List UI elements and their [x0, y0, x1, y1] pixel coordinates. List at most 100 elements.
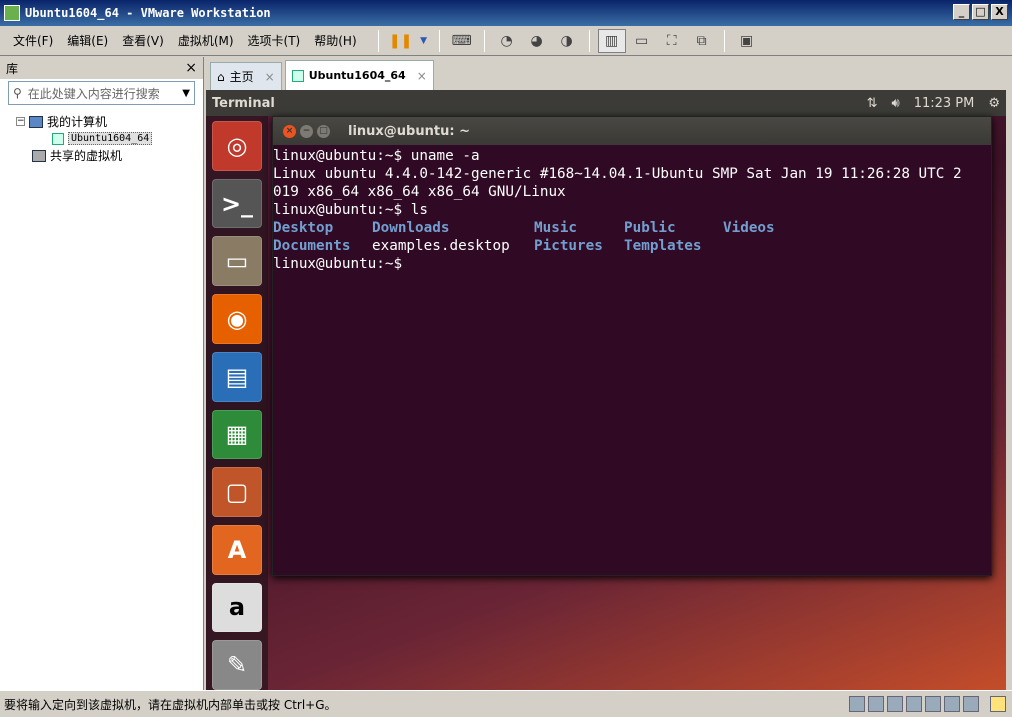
thumbnail-view-icon[interactable]: ▭ — [628, 29, 656, 53]
library-tree: − 我的计算机 Ubuntu1604_64 共享的虚拟机 — [0, 107, 203, 164]
network-icon[interactable]: ⇅ — [867, 96, 878, 111]
terminal-line: 019 x86_64 x86_64 x86_64 GNU/Linux — [273, 184, 566, 200]
revert-snapshot-icon[interactable]: ◕ — [523, 29, 551, 53]
collapse-icon[interactable]: − — [16, 117, 25, 126]
dir-entry: Downloads — [372, 220, 450, 236]
computer-icon — [29, 115, 43, 128]
file-entry: examples.desktop — [372, 238, 510, 254]
console-view-icon[interactable]: ▣ — [733, 29, 761, 53]
terminal-window[interactable]: × − □ linux@ubuntu: ~ linux@ubuntu:~$ un… — [272, 116, 992, 576]
tab-vm[interactable]: Ubuntu1604_64 × — [284, 60, 434, 90]
vm-icon — [291, 69, 304, 82]
close-button[interactable]: X — [991, 4, 1008, 20]
terminal-icon[interactable]: >_ — [212, 178, 262, 229]
amazon-icon[interactable]: a — [212, 582, 262, 633]
maximize-button[interactable]: □ — [972, 4, 989, 20]
network-adapter-icon[interactable] — [887, 696, 903, 712]
ls-row: Documents examples.desktop Pictures Templat… — [273, 237, 991, 255]
minimize-icon[interactable]: − — [300, 124, 313, 138]
cdrom-icon[interactable] — [868, 696, 884, 712]
vmware-icon — [4, 5, 20, 21]
dir-entry: Pictures — [534, 238, 603, 254]
tab-label: Ubuntu1604_64 — [308, 69, 406, 82]
dir-entry: Documents — [273, 238, 351, 254]
shared-vm-icon — [32, 149, 46, 162]
menu-view[interactable]: 查看(V) — [115, 30, 171, 52]
snapshot-manager-icon[interactable]: ◑ — [553, 29, 581, 53]
dir-entry: Videos — [723, 220, 775, 236]
close-tab-icon[interactable]: × — [265, 70, 275, 84]
clock[interactable]: 11:23 PM — [914, 96, 975, 111]
minimize-button[interactable]: _ — [953, 4, 970, 20]
unity-top-panel: Terminal ⇅ 🔊︎ 11:23 PM ⚙ — [206, 90, 1006, 116]
vm-icon — [52, 132, 64, 145]
unity-icon[interactable]: ⧉ — [688, 29, 716, 53]
library-close-icon[interactable]: × — [185, 60, 197, 76]
menu-file[interactable]: 文件(F) — [6, 30, 60, 52]
menu-edit[interactable]: 编辑(E) — [60, 30, 115, 52]
tree-my-computer[interactable]: − 我的计算机 — [16, 113, 203, 130]
close-tab-icon[interactable]: × — [417, 69, 427, 83]
printer-icon[interactable] — [925, 696, 941, 712]
terminal-titlebar: × − □ linux@ubuntu: ~ — [273, 117, 991, 145]
message-icon[interactable] — [990, 696, 1006, 712]
chevron-down-icon[interactable]: ▼ — [182, 88, 190, 99]
dir-entry: Music — [534, 220, 578, 236]
tab-home[interactable]: ⌂ 主页 × — [210, 62, 282, 90]
power-dropdown-icon[interactable]: ▼ — [417, 29, 431, 53]
usb-icon[interactable] — [906, 696, 922, 712]
snapshot-icon[interactable]: ◔ — [493, 29, 521, 53]
home-icon: ⌂ — [217, 69, 225, 84]
terminal-output[interactable]: linux@ubuntu:~$ uname -a Linux ubuntu 4.4… — [273, 145, 991, 273]
writer-icon[interactable]: ▤ — [212, 351, 262, 402]
menu-help[interactable]: 帮助(H) — [307, 30, 363, 52]
files-icon[interactable]: ▭ — [212, 236, 262, 287]
window-title: Ubuntu1604_64 - VMware Workstation — [25, 6, 271, 20]
toolbar: ❚❚ ▼ ⌨ ◔ ◕ ◑ ▥ ▭ ⛶ ⧉ ▣ — [372, 28, 761, 53]
pause-icon[interactable]: ❚❚ — [387, 29, 415, 53]
library-sidebar: 库 × ⚲ 在此处键入内容进行搜索 ▼ − 我的计算机 Ubuntu1604_6… — [0, 57, 204, 690]
search-icon: ⚲ — [13, 86, 22, 100]
tree-shared-vms[interactable]: 共享的虚拟机 — [16, 147, 203, 164]
ls-row: Desktop Downloads Music Public Videos — [273, 219, 991, 237]
status-text: 要将输入定向到该虚拟机，请在虚拟机内部单击或按 Ctrl+G。 — [4, 697, 337, 712]
send-keys-icon[interactable]: ⌨ — [448, 29, 476, 53]
terminal-prompt: linux@ubuntu:~$ — [273, 256, 403, 272]
tree-label: 共享的虚拟机 — [50, 149, 123, 163]
close-icon[interactable]: × — [283, 124, 296, 138]
title-bar: Ubuntu1604_64 - VMware Workstation _ □ X — [0, 0, 1012, 26]
display-icon[interactable] — [963, 696, 979, 712]
hdd-icon[interactable] — [849, 696, 865, 712]
menu-tabs[interactable]: 选项卡(T) — [241, 30, 308, 52]
ubuntu-dash-icon[interactable]: ◎ — [212, 121, 262, 171]
volume-icon[interactable]: 🔊︎ — [891, 96, 899, 111]
menu-vm[interactable]: 虚拟机(M) — [171, 30, 241, 52]
tree-label: 我的计算机 — [47, 115, 108, 129]
sidebar-view-icon[interactable]: ▥ — [597, 28, 626, 53]
tree-label: Ubuntu1604_64 — [68, 132, 153, 145]
tab-strip: ⌂ 主页 × Ubuntu1604_64 × — [206, 60, 1012, 90]
terminal-line: Linux ubuntu 4.4.0-142-generic #168~14.0… — [273, 166, 962, 182]
terminal-line: linux@ubuntu:~$ uname -a — [273, 148, 480, 164]
dir-entry: Templates — [624, 238, 702, 254]
unity-launcher: ◎ >_ ▭ ◉ ▤ ▦ ▢ A a ✎ — [206, 116, 268, 690]
status-bar: 要将输入定向到该虚拟机，请在虚拟机内部单击或按 Ctrl+G。 — [0, 690, 1012, 717]
terminal-line: linux@ubuntu:~$ ls — [273, 202, 428, 218]
active-app-title: Terminal — [212, 95, 275, 111]
software-center-icon[interactable]: A — [212, 524, 262, 575]
fullscreen-icon[interactable]: ⛶ — [658, 29, 686, 53]
library-title: 库 — [6, 61, 19, 76]
gear-icon[interactable]: ⚙ — [988, 96, 1000, 111]
maximize-icon[interactable]: □ — [317, 124, 330, 138]
vm-display[interactable]: Terminal ⇅ 🔊︎ 11:23 PM ⚙ ◎ >_ ▭ ◉ ▤ ▦ ▢ … — [206, 90, 1006, 690]
dir-entry: Public — [624, 220, 676, 236]
firefox-icon[interactable]: ◉ — [212, 294, 262, 344]
sound-icon[interactable] — [944, 696, 960, 712]
impress-icon[interactable]: ▢ — [212, 467, 262, 517]
terminal-title: linux@ubuntu: ~ — [348, 123, 470, 139]
library-search-input[interactable]: ⚲ 在此处键入内容进行搜索 ▼ — [8, 81, 195, 105]
settings-icon[interactable]: ✎ — [212, 640, 262, 690]
tab-label: 主页 — [229, 70, 254, 84]
tree-vm-item[interactable]: Ubuntu1604_64 — [16, 130, 203, 147]
calc-icon[interactable]: ▦ — [212, 409, 262, 460]
